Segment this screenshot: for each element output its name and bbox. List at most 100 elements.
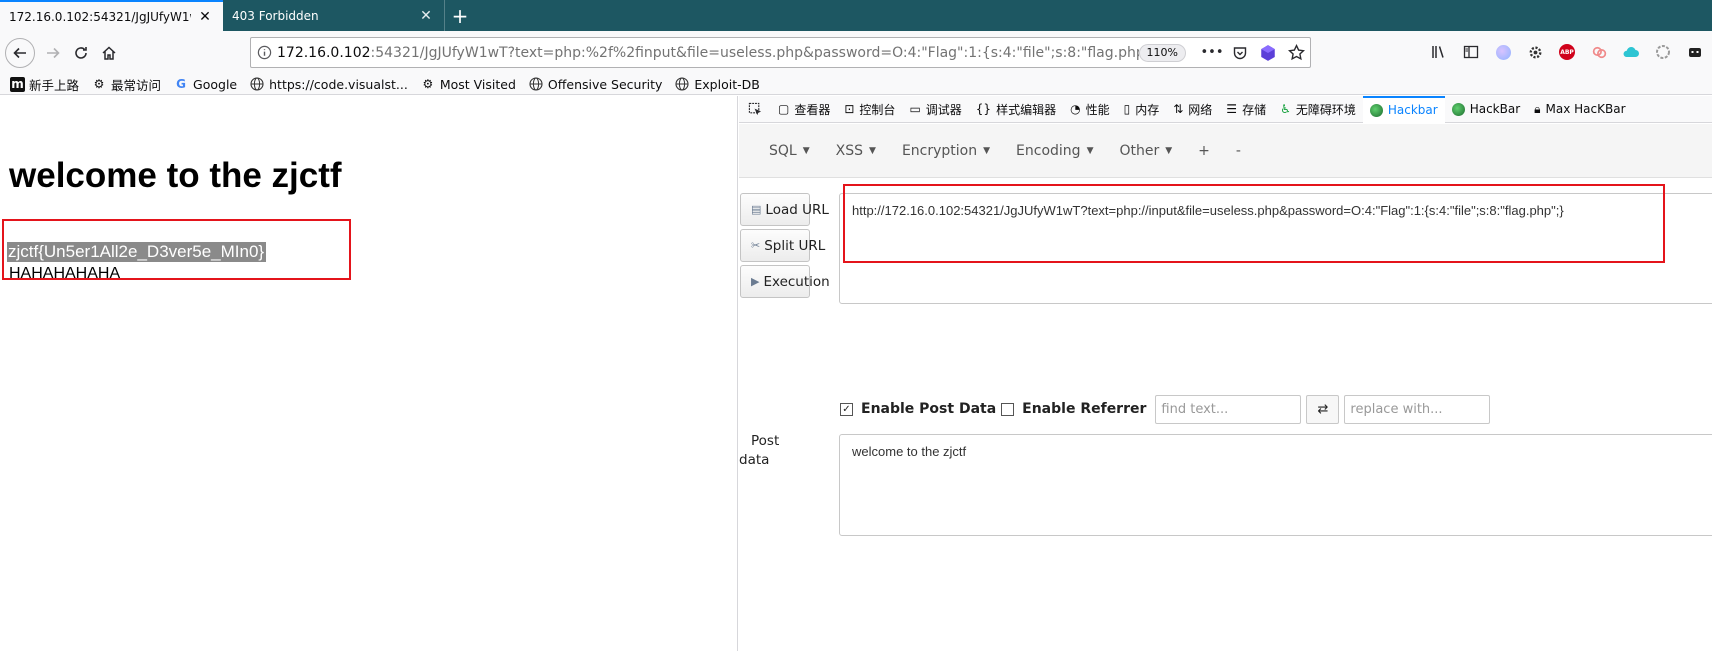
extension-cube-icon[interactable] — [1254, 44, 1282, 62]
tab-strip: 172.16.0.102:54321/JgJUfyW1wT ✕ 403 Forb… — [0, 0, 1712, 31]
url-host: 172.16.0.102 — [277, 44, 371, 61]
flag-text: zjctf{Un5er1All2e_D3ver5e_MIn0} — [7, 242, 267, 262]
back-button[interactable] — [5, 37, 35, 68]
tab-title: 172.16.0.102:54321/JgJUfyW1wT — [9, 9, 191, 24]
forward-button[interactable] — [39, 39, 67, 67]
home-icon — [102, 45, 116, 60]
url-text[interactable]: 172.16.0.102:54321/JgJUfyW1wT?text=php:%… — [277, 45, 1139, 61]
split-url-button[interactable]: ✂ Split URL — [740, 229, 825, 262]
close-icon[interactable]: ✕ — [418, 8, 434, 24]
extension-gear-icon[interactable] — [1522, 39, 1548, 65]
extension-robot-icon[interactable] — [1682, 39, 1708, 65]
tab-memory[interactable]: ▯ 内存 — [1117, 96, 1167, 123]
bookmark-item[interactable]: Offensive Security — [528, 76, 662, 92]
reload-button[interactable] — [67, 39, 95, 67]
bookmark-star-icon[interactable] — [1282, 44, 1310, 61]
sidebar-icon[interactable] — [1458, 39, 1484, 65]
caret-down-icon: ▼ — [869, 145, 876, 156]
enable-post-checkbox[interactable]: ✓ — [840, 402, 853, 416]
element-picker-icon[interactable] — [739, 102, 771, 117]
load-icon: ▤ — [751, 203, 762, 216]
bookmark-label: Offensive Security — [547, 76, 663, 92]
menu-other[interactable]: Other ▼ — [1119, 143, 1172, 159]
bookmark-item[interactable]: https://code.visualst... — [249, 76, 408, 92]
caret-down-icon: ▼ — [983, 145, 991, 156]
play-icon: ▶ — [751, 275, 760, 288]
close-icon[interactable]: ✕ — [197, 9, 213, 25]
menu-plus[interactable]: + — [1198, 143, 1210, 159]
bookmark-item[interactable]: m 新手上路 — [10, 75, 79, 94]
tab-network[interactable]: ⇅ 网络 — [1166, 96, 1219, 123]
pocket-icon[interactable] — [1226, 45, 1254, 61]
devtools-tabs: ▢ 查看器 ⊡ 控制台 ▭ 调试器 {} 样式编辑器 ◔ 性能 ▯ 内存 ⇅ 网络 ☰ 存储 ♿… — [739, 95, 1712, 123]
more-actions-icon[interactable]: ••• — [1198, 45, 1226, 60]
google-icon: G — [176, 77, 186, 91]
bookmark-item[interactable]: Exploit-DB — [674, 76, 760, 92]
zoom-level-badge[interactable]: 110% — [1138, 43, 1186, 62]
gear-icon: ⚙ — [422, 77, 434, 91]
post-data-textarea[interactable]: welcome to the zjctf — [839, 434, 1712, 536]
tab-max-hackbar[interactable]: 🔒︎ Max HacKBar — [1527, 96, 1632, 123]
tab-inspector[interactable]: ▢ 查看器 — [771, 96, 837, 123]
load-url-button[interactable]: ▤ Load URL — [740, 193, 829, 226]
enable-referrer-checkbox[interactable] — [1001, 402, 1015, 416]
accessibility-icon: ♿ — [1280, 102, 1291, 116]
caret-down-icon: ▼ — [802, 145, 810, 156]
enable-referrer-label: Enable Referrer — [1022, 401, 1147, 417]
menu-encryption[interactable]: Encryption ▼ — [902, 143, 990, 159]
new-tab-button[interactable]: + — [445, 0, 475, 31]
bookmark-label: Most Visited — [439, 76, 516, 92]
tab-title: 403 Forbidden — [232, 8, 319, 23]
inspector-icon: ▢ — [778, 102, 790, 116]
home-button[interactable] — [95, 39, 123, 67]
cloud-icon[interactable] — [1618, 39, 1644, 65]
tab-performance[interactable]: ◔ 性能 — [1063, 96, 1117, 123]
tab-console[interactable]: ⊡ 控制台 — [837, 96, 902, 123]
lock-icon: 🔒︎ — [1534, 101, 1541, 116]
tab-hackbar-2[interactable]: HackBar — [1445, 96, 1527, 123]
url-bar[interactable]: 172.16.0.102:54321/JgJUfyW1wT?text=php:%… — [250, 37, 1311, 68]
bookmark-item[interactable]: G Google — [173, 76, 237, 92]
menu-sql[interactable]: SQL ▼ — [769, 143, 810, 159]
debugger-icon: ▭ — [909, 102, 921, 116]
arrow-right-icon — [47, 47, 60, 58]
bookmark-item[interactable]: ⚙ Most Visited — [420, 76, 516, 92]
tab-403-forbidden[interactable]: 403 Forbidden ✕ — [223, 0, 445, 31]
m-logo-icon: m — [10, 76, 25, 92]
tab-storage[interactable]: ☰ 存储 — [1219, 96, 1273, 123]
extension-link-icon[interactable] — [1586, 39, 1612, 65]
tab-hackbar[interactable]: Hackbar — [1362, 95, 1445, 123]
library-icon[interactable] — [1426, 39, 1452, 65]
globe-icon — [674, 76, 690, 92]
hackbar-icon — [1451, 102, 1465, 116]
tab-style-editor[interactable]: {} 样式编辑器 — [969, 96, 1063, 123]
replace-text-input[interactable]: replace with... — [1344, 394, 1491, 424]
info-icon[interactable] — [251, 45, 277, 60]
execute-button[interactable]: ▶ Execution — [740, 265, 830, 298]
storage-icon: ☰ — [1226, 102, 1238, 116]
tab-active[interactable]: 172.16.0.102:54321/JgJUfyW1wT ✕ — [0, 0, 223, 31]
network-icon: ⇅ — [1173, 102, 1184, 116]
globe-icon — [249, 76, 265, 92]
find-text-input[interactable]: find text... — [1155, 394, 1302, 424]
caret-down-icon: ▼ — [1086, 145, 1094, 156]
bookmark-item[interactable]: ⚙ 最常访问 — [91, 75, 161, 94]
caret-down-icon: ▼ — [1165, 145, 1173, 156]
bookmark-label: Exploit-DB — [694, 76, 760, 92]
console-icon: ⊡ — [844, 102, 855, 116]
menu-xss[interactable]: XSS ▼ — [836, 143, 876, 159]
post-data-label: Post data — [739, 433, 780, 468]
swap-icon[interactable]: ⇄ — [1306, 394, 1340, 424]
page-content: welcome to the zjctf zjctf{Un5er1All2e_D… — [0, 96, 738, 651]
extension-circle-icon[interactable] — [1650, 39, 1676, 65]
page-title: welcome to the zjctf — [9, 156, 342, 195]
bookmarks-bar: m 新手上路 ⚙ 最常访问 G Google https://code.visu… — [0, 74, 1712, 95]
extension-bubble-icon[interactable] — [1490, 39, 1516, 65]
globe-icon — [528, 76, 544, 92]
tab-accessibility[interactable]: ♿ 无障碍环境 — [1273, 96, 1363, 123]
menu-encoding[interactable]: Encoding ▼ — [1016, 143, 1093, 159]
tab-debugger[interactable]: ▭ 调试器 — [902, 96, 968, 123]
devtools-panel: ▢ 查看器 ⊡ 控制台 ▭ 调试器 {} 样式编辑器 ◔ 性能 ▯ 内存 ⇅ 网络 ☰ 存储 ♿… — [739, 95, 1712, 651]
adblock-icon[interactable]: ABP — [1554, 39, 1580, 65]
menu-minus[interactable]: - — [1236, 143, 1241, 159]
